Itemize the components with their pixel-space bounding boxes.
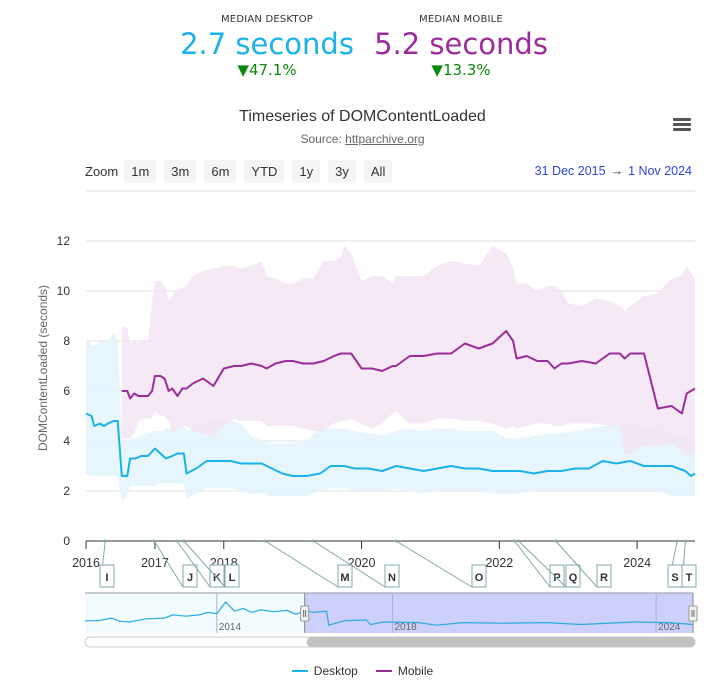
annotation-connector (264, 540, 339, 588)
navigator-tick-label: 2014 (219, 622, 242, 633)
annotation-label: S (671, 572, 678, 584)
y-tick-label: 2 (63, 484, 70, 498)
annotation-label: L (229, 572, 236, 584)
navigator-selected-area (304, 593, 693, 633)
legend-item-mobile[interactable]: Mobile (375, 664, 434, 678)
legend-desktop-label: Desktop (313, 664, 358, 678)
annotation-connector (518, 540, 567, 588)
y-tick-label: 0 (63, 534, 70, 548)
annotation-connector (514, 540, 551, 588)
y-tick-label: 4 (63, 434, 70, 448)
annotation-label: T (686, 572, 693, 584)
y-tick-label: 6 (63, 384, 70, 398)
navigator-left-handle[interactable] (300, 605, 310, 622)
annotation-flag-s[interactable]: S (667, 539, 683, 588)
legend: Desktop Mobile (0, 664, 725, 678)
band-mobile (121, 246, 696, 456)
legend-item-desktop[interactable]: Desktop (291, 664, 358, 678)
annotation-flag-p[interactable]: P (513, 539, 565, 588)
legend-mobile-swatch (375, 670, 392, 672)
annotation-dot (311, 539, 315, 543)
annotation-flag-o[interactable]: O (394, 539, 487, 588)
chart-svg: 024681012 201620172018202020222024 IJKLM… (36, 190, 698, 648)
annotation-label: N (388, 572, 396, 584)
annotation-dot (175, 539, 179, 543)
annotation-dot (182, 539, 186, 543)
annotation-dot (394, 539, 398, 543)
navigator-tick-label: 2018 (395, 622, 418, 633)
annotation-dot (263, 539, 267, 543)
annotation-dot (517, 539, 521, 543)
annotation-flag-i[interactable]: I (99, 539, 115, 588)
y-tick-label: 10 (57, 284, 71, 298)
x-tick-label: 2024 (623, 556, 651, 570)
navigator-right-handle[interactable] (688, 605, 698, 622)
scrollbar-thumb[interactable] (306, 637, 695, 647)
annotation-dot (152, 539, 156, 543)
annotation-label: M (340, 572, 349, 584)
annotation-label: Q (569, 572, 578, 584)
annotation-label: O (475, 572, 484, 584)
annotation-flag-m[interactable]: M (263, 539, 353, 588)
annotation-label: R (600, 572, 608, 584)
annotation-flag-q[interactable]: Q (517, 539, 581, 588)
annotation-label: J (187, 572, 193, 584)
annotation-dot (513, 539, 517, 543)
legend-mobile-label: Mobile (397, 664, 434, 678)
annotation-dot (683, 539, 687, 543)
navigator-outside-area (85, 593, 305, 633)
x-tick-label: 2022 (485, 556, 513, 570)
y-axis-title: DOMContentLoaded (seconds) (36, 285, 50, 451)
x-tick-label: 2016 (72, 556, 100, 570)
annotation-flag-t[interactable]: T (681, 539, 697, 588)
annotation-dot (103, 539, 107, 543)
legend-desktop-swatch (291, 670, 308, 672)
y-tick-label: 12 (57, 234, 71, 248)
y-tick-label: 8 (63, 334, 70, 348)
annotation-dot (554, 539, 558, 543)
annotation-connector (395, 540, 473, 588)
annotation-dot (675, 539, 679, 543)
annotation-label: I (105, 572, 108, 584)
